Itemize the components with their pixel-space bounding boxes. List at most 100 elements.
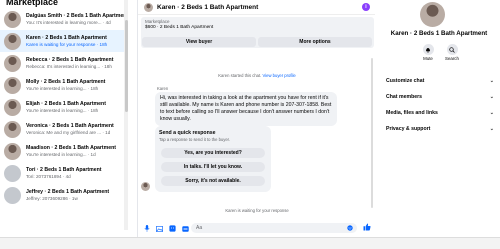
conversation-preview: Veronica: Me and my girlfriend are ... ·… [26, 129, 111, 135]
conversation-text: Karen · 2 Beds 1 Bath Apartment Karen is … [26, 35, 124, 48]
avatar [4, 120, 21, 138]
conversation-item[interactable]: Jeffrey · 2 Beds 1 Bath Apartment Jeffrey… [0, 184, 128, 206]
conversation-item[interactable]: Maadison · 2 Beds 1 Bath Apartment You're… [0, 140, 128, 162]
like-icon[interactable] [363, 223, 371, 233]
chat-members-row[interactable]: Chat members ⌄ [386, 94, 494, 100]
sticker-icon[interactable] [168, 224, 177, 233]
chat-info-panel: Karen · 2 Beds 1 Bath Apartment Mute Sea… [378, 0, 500, 237]
bell-icon [422, 44, 434, 55]
image-icon[interactable] [155, 224, 164, 233]
chat-started-notice: Karen started this chat. View buyer prof… [138, 73, 376, 78]
conversation-preview: You're interested in learning... · 1d [26, 151, 96, 157]
conversation-title: Elijah · 2 Beds 1 Bath Apartment [26, 100, 106, 107]
taskbar [0, 237, 500, 249]
conversation-title: Veronica · 2 Beds 1 Bath Apartment [26, 122, 114, 129]
quick-response-option[interactable]: Yes, are you interested? [161, 148, 265, 158]
emoji-icon[interactable] [347, 225, 353, 235]
conversation-preview: Jeffrey: 2073609286 · 1w [26, 195, 78, 201]
conversation-text: Jeffrey · 2 Beds 1 Bath Apartment Jeffrey… [26, 189, 124, 202]
message-bubble: Hi, was interested in taking a look at t… [155, 92, 337, 126]
conversation-text: Tori · 2 Beds 1 Bath Apartment Tori: 2073… [26, 167, 124, 180]
chat-panel: Karen · 2 Beds 1 Bath Apartment i Market… [137, 0, 375, 237]
conversation-text: Elijah · 2 Beds 1 Bath Apartment You're i… [26, 101, 124, 114]
conversation-text: Molly · 2 Beds 1 Bath Apartment You're in… [26, 79, 124, 92]
conversation-text: Dalgúas Smith · 2 Beds 1 Bath Apartment Y… [26, 13, 124, 26]
conversation-item[interactable]: Elijah · 2 Beds 1 Bath Apartment You're i… [0, 96, 128, 118]
avatar [4, 164, 21, 182]
quick-response-card: Send a quick response Tap a response to … [155, 126, 271, 192]
chat-header: Karen · 2 Beds 1 Bath Apartment i [138, 0, 375, 15]
conversation-item[interactable]: Rebecca · 2 Beds 1 Bath Apartment Rebecca… [0, 52, 128, 74]
conversation-title: Maadison · 2 Beds 1 Bath Apartment [26, 144, 117, 151]
conversation-preview: Rebecca: It's interested in learning... … [26, 63, 112, 69]
search-label: Search [445, 56, 459, 61]
chat-title[interactable]: Karen · 2 Beds 1 Bath Apartment [157, 4, 258, 11]
mute-label: Mute [423, 56, 433, 61]
view-buyer-profile-link[interactable]: View buyer profile [263, 73, 296, 78]
avatar [4, 54, 21, 72]
contact-name: Karen · 2 Beds 1 Bath Apartment [390, 30, 488, 37]
avatar[interactable] [420, 2, 445, 27]
info-icon[interactable]: i [362, 3, 370, 11]
quick-response-subtitle: Tap a response to send it to the buyer. [159, 137, 231, 142]
conversation-scrollbar-thumb[interactable] [125, 20, 128, 112]
conversation-item[interactable]: Veronica · 2 Beds 1 Bath Apartment Veroni… [0, 118, 128, 140]
row-label: Media, files and links [386, 110, 438, 116]
conversation-title: Karen · 2 Beds 1 Bath Apartment [26, 34, 107, 41]
chevron-down-icon: ⌄ [489, 94, 494, 100]
conversation-text: Rebecca · 2 Beds 1 Bath Apartment Rebecca… [26, 57, 124, 70]
customize-chat-row[interactable]: Customize chat ⌄ [386, 78, 494, 84]
row-label: Privacy & support [386, 126, 431, 132]
mute-button[interactable]: Mute [418, 44, 438, 61]
quick-response-title: Send a quick response [159, 130, 216, 136]
message-input[interactable]: Aa [191, 223, 357, 233]
conversation-title: Jeffrey · 2 Beds 1 Bath Apartment [26, 188, 110, 195]
chevron-down-icon: ⌄ [489, 78, 494, 84]
conversation-preview: You: It's interested in learning more...… [26, 19, 111, 25]
conversation-item[interactable]: Dalgúas Smith · 2 Beds 1 Bath Apartment Y… [0, 8, 128, 30]
conversation-item[interactable]: Karen · 2 Beds 1 Bath Apartment Karen is … [0, 30, 128, 52]
microphone-icon[interactable] [142, 224, 151, 233]
chevron-down-icon: ⌄ [489, 126, 494, 132]
started-text: Karen started this chat. [218, 73, 262, 78]
avatar [4, 98, 21, 116]
media-files-links-row[interactable]: Media, files and links ⌄ [386, 110, 494, 116]
message-composer: Aa [138, 220, 376, 237]
conversation-scrollbar-track[interactable] [124, 0, 128, 230]
quick-response-option[interactable]: Sorry, it's not available. [161, 176, 265, 186]
conversation-title: Tori · 2 Beds 1 Bath Apartment [26, 166, 102, 173]
listing-price[interactable]: $600 · 2 Beds 1 Bath Apartment [145, 25, 213, 30]
conversation-title: Dalgúas Smith · 2 Beds 1 Bath Apartment [26, 12, 124, 19]
conversation-preview: Tori: 2073761894 · 4d [26, 173, 71, 179]
conversation-preview: You're interested in learning... · 18h [26, 85, 99, 91]
conversation-item[interactable]: Tori · 2 Beds 1 Bath Apartment Tori: 2073… [0, 162, 128, 184]
chevron-down-icon: ⌄ [489, 110, 494, 116]
avatar[interactable] [144, 2, 153, 12]
conversation-text: Maadison · 2 Beds 1 Bath Apartment You're… [26, 145, 124, 158]
quick-response-option[interactable]: In talks. I'll let you know. [161, 162, 265, 172]
row-label: Chat members [386, 94, 423, 100]
conversation-item[interactable]: Molly · 2 Beds 1 Bath Apartment You're in… [0, 74, 128, 96]
more-options-button[interactable]: More options [258, 37, 372, 47]
sender-name: Karen [157, 86, 169, 91]
avatar [4, 32, 21, 50]
conversation-list-panel: Marketplace Dalgúas Smith · 2 Beds 1 Bat… [0, 0, 128, 249]
search-button[interactable]: Search [442, 44, 462, 61]
listing-card: Marketplace $600 · 2 Beds 1 Bath Apartme… [141, 17, 374, 48]
conversation-preview: Karen is waiting for your response · 18h [26, 41, 108, 47]
search-icon [446, 44, 458, 55]
avatar [4, 186, 21, 204]
privacy-support-row[interactable]: Privacy & support ⌄ [386, 126, 494, 132]
avatar [141, 182, 150, 191]
conversation-text: Veronica · 2 Beds 1 Bath Apartment Veroni… [26, 123, 124, 136]
chat-scrollbar[interactable] [371, 58, 373, 208]
listing-label: Marketplace [145, 19, 170, 24]
gif-icon[interactable] [181, 224, 190, 233]
conversation-title: Molly · 2 Beds 1 Bath Apartment [26, 78, 106, 85]
avatar [4, 142, 21, 160]
conversation-preview: You're interested in learning... · 18h [26, 107, 99, 113]
avatar [4, 10, 21, 28]
message-input-placeholder: Aa [196, 225, 203, 231]
panel-title: Marketplace [6, 0, 59, 7]
view-buyer-button[interactable]: View buyer [142, 37, 256, 47]
